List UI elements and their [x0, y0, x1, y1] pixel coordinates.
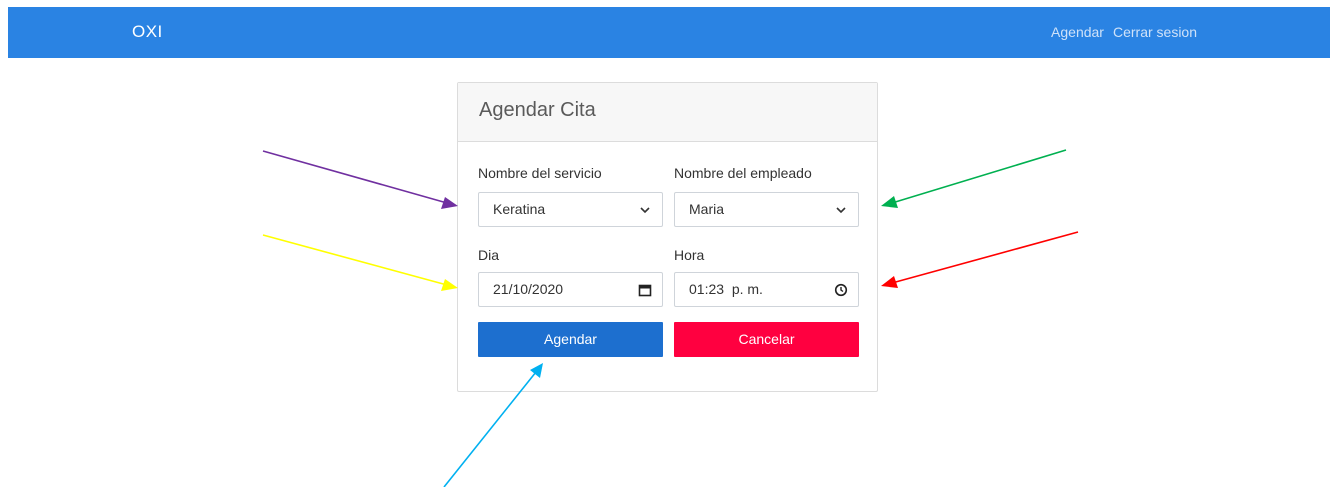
card-title: Agendar Cita: [458, 83, 877, 142]
dia-date-value: 21/10/2020: [493, 281, 564, 297]
navbar: OXI Agendar Cerrar sesion: [8, 7, 1330, 58]
brand-logo[interactable]: OXI: [132, 22, 163, 42]
arrow-servicio: [262, 150, 458, 209]
chevron-down-icon: [834, 193, 848, 226]
nav-link-cerrar-sesion[interactable]: Cerrar sesion: [1113, 24, 1197, 40]
hora-time-value: 01:23 p. m.: [689, 281, 763, 297]
servicio-select-value: Keratina: [493, 201, 546, 217]
dia-label: Dia: [478, 247, 500, 263]
hora-time-input[interactable]: 01:23 p. m.: [674, 272, 859, 307]
chevron-down-icon: [638, 193, 652, 226]
empleado-label: Nombre del empleado: [674, 165, 812, 181]
clock-icon[interactable]: [834, 273, 848, 306]
arrow-empleado: [881, 149, 1067, 208]
nav-links: Agendar Cerrar sesion: [1051, 24, 1197, 40]
dia-date-input[interactable]: 21/10/2020: [478, 272, 663, 307]
cancelar-button[interactable]: Cancelar: [674, 322, 859, 357]
empleado-select[interactable]: Maria: [674, 192, 859, 227]
arrow-hora: [881, 231, 1079, 288]
servicio-label: Nombre del servicio: [478, 165, 602, 181]
appointment-card: Agendar Cita Nombre del servicio Keratin…: [457, 82, 878, 392]
nav-link-agendar[interactable]: Agendar: [1051, 24, 1104, 40]
empleado-select-value: Maria: [689, 201, 725, 217]
hora-label: Hora: [674, 247, 705, 263]
servicio-select[interactable]: Keratina: [478, 192, 663, 227]
agendar-button[interactable]: Agendar: [478, 322, 663, 357]
page: OXI Agendar Cerrar sesion Agendar Cita N…: [0, 0, 1338, 487]
calendar-icon[interactable]: [638, 273, 652, 306]
arrow-dia: [262, 234, 458, 291]
